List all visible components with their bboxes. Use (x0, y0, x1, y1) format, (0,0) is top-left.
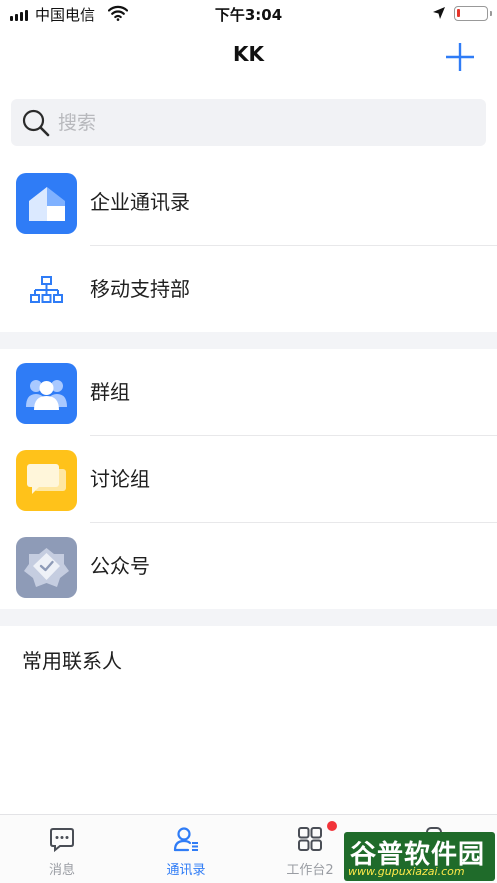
clock: 下午3:04 (214, 6, 283, 24)
list-item-label: 企业通讯录 (90, 190, 190, 214)
verified-badge-icon (16, 537, 77, 598)
battery-level (457, 9, 460, 17)
location-arrow-icon (433, 7, 445, 19)
section-separator (0, 332, 497, 349)
list-item-label: 讨论组 (90, 467, 150, 491)
tab-messages[interactable]: 消息 (0, 815, 124, 883)
status-bar: 中国电信 下午3:04 (0, 0, 497, 28)
building-icon (16, 173, 77, 234)
list-item-label: 移动支持部 (90, 277, 190, 301)
message-icon (50, 828, 74, 853)
search-bar[interactable] (11, 99, 486, 146)
page-title: KK (233, 42, 264, 66)
list-item-groups[interactable]: 群组 (0, 349, 497, 435)
contacts-icon (173, 827, 198, 852)
plus-icon[interactable] (444, 41, 476, 73)
workbench-icon (298, 827, 322, 851)
list-item-department[interactable]: 移动支持部 (0, 246, 497, 332)
people-icon (16, 363, 77, 424)
tab-contacts[interactable]: 通讯录 (124, 815, 248, 883)
list-item-label: 群组 (90, 380, 130, 404)
org-chart-icon (16, 260, 77, 321)
search-icon (22, 109, 50, 136)
list-item-label: 公众号 (90, 554, 150, 578)
section-title-frequent-contacts: 常用联系人 (22, 649, 122, 673)
section-separator (0, 609, 497, 626)
search-input[interactable] (58, 111, 458, 134)
notification-badge (327, 821, 337, 831)
list-item-official-accounts[interactable]: 公众号 (0, 523, 497, 609)
battery-icon (454, 6, 492, 21)
list-item-enterprise-directory[interactable]: 企业通讯录 (0, 159, 497, 245)
chat-bubbles-icon (16, 450, 77, 511)
watermark-url: www.gupuxiazai.com (348, 865, 465, 878)
tab-label: 消息 (48, 863, 75, 878)
list-item-discussion-groups[interactable]: 讨论组 (0, 436, 497, 522)
watermark-logo: 谷普软件园 www.gupuxiazai.com (344, 832, 495, 881)
tab-label: 通讯录 (166, 863, 206, 878)
